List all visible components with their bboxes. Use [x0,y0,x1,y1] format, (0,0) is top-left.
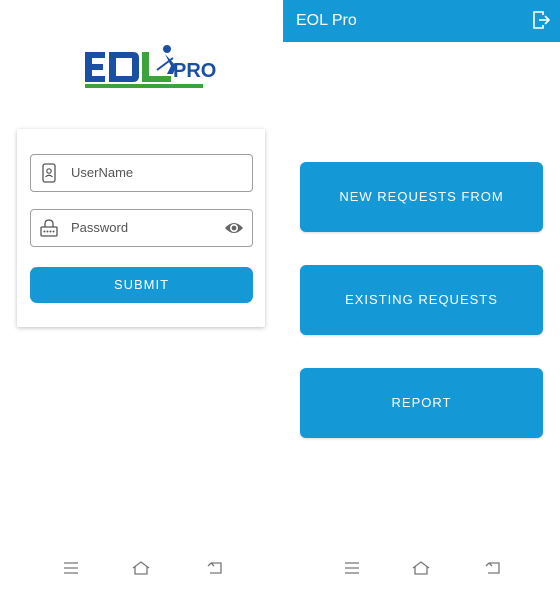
logo-pro-text: PRO [173,60,217,82]
home-icon[interactable] [132,560,150,576]
main-screen: EOL Pro NEW REQUESTS FROM LANDLORD EXIST… [283,0,560,590]
menu-icon[interactable] [343,560,361,576]
app-title: EOL Pro [296,12,357,29]
login-card: UserName Password SUBMIT [17,129,265,327]
existing-requests-button[interactable]: EXISTING REQUESTS [300,265,543,335]
report-button[interactable]: REPORT [300,368,543,438]
username-field[interactable]: UserName [30,154,253,192]
password-input[interactable]: Password [71,220,128,235]
login-screen: PRO UserName Password SUBMIT [0,0,283,590]
back-icon[interactable] [207,560,225,576]
new-requests-button[interactable]: NEW REQUESTS FROM LANDLORD [300,162,543,274]
username-input[interactable]: UserName [71,165,133,180]
menu-icon[interactable] [62,560,80,576]
eye-icon[interactable] [224,220,244,236]
password-field[interactable]: Password [30,209,253,247]
home-icon[interactable] [412,560,430,576]
password-icon [40,219,58,237]
app-bar: EOL Pro [283,0,560,42]
logout-icon[interactable] [532,11,550,29]
submit-button[interactable]: SUBMIT [30,267,253,303]
user-id-icon [42,163,56,183]
back-icon[interactable] [485,560,503,576]
